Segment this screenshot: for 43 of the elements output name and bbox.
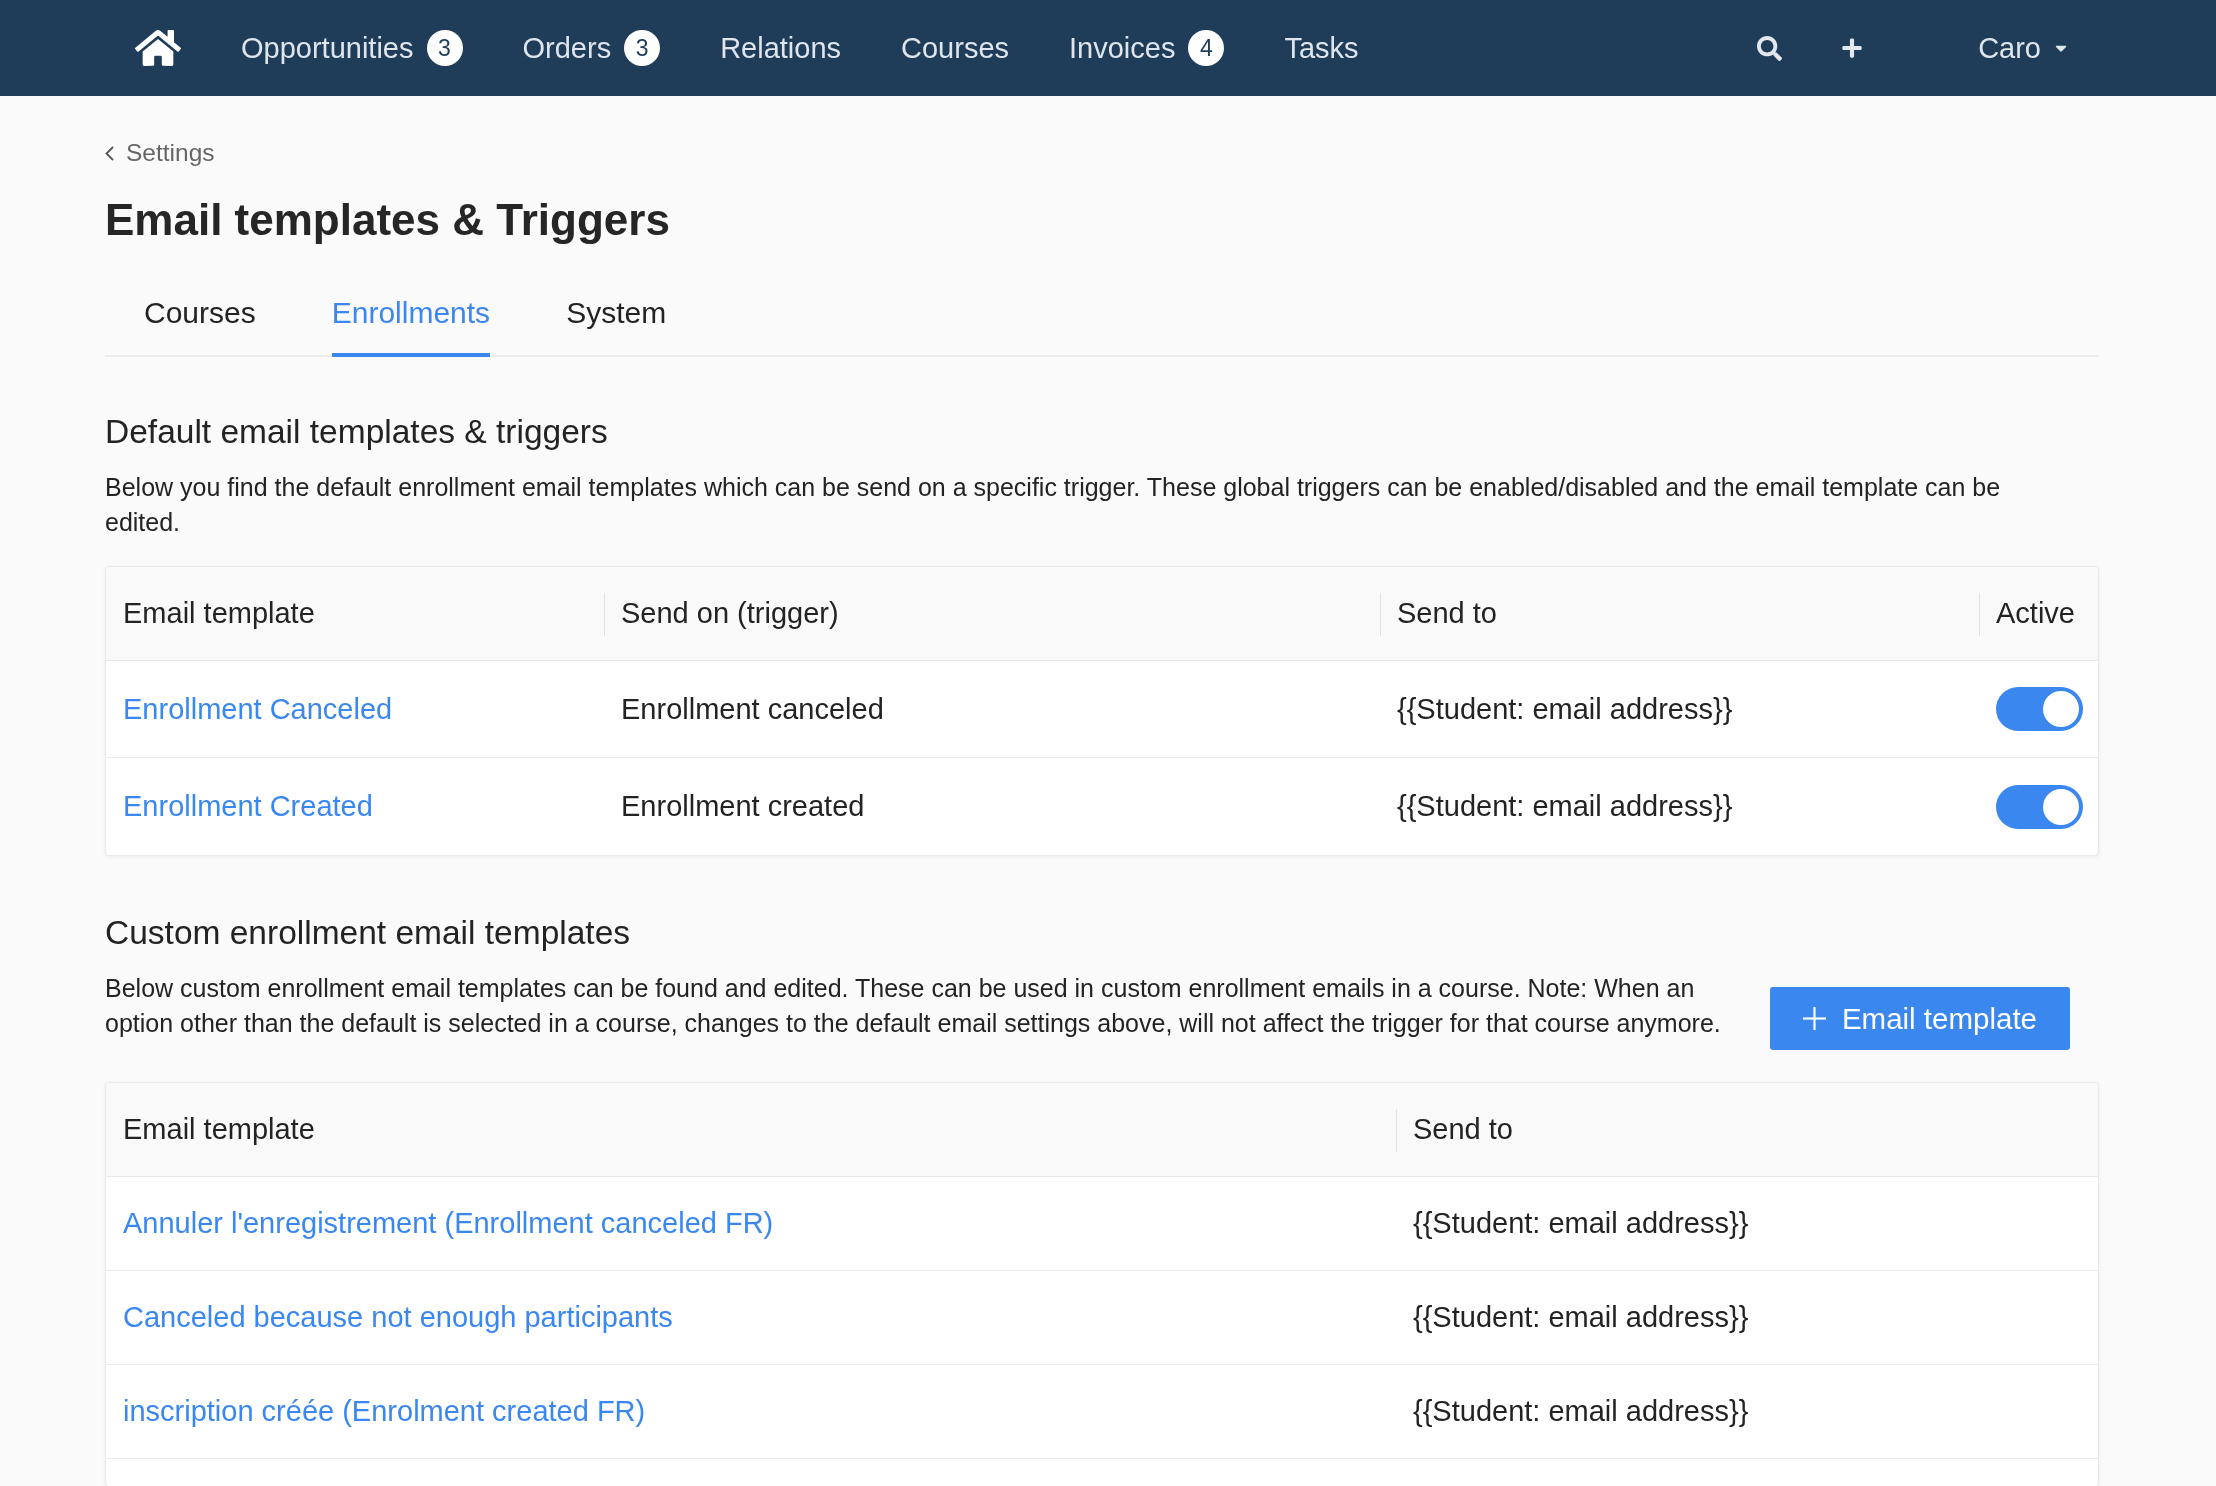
template-link[interactable]: Enrollment Created (123, 790, 373, 823)
column-header: Send to (1396, 1083, 2098, 1176)
nav-link[interactable]: Tasks (1284, 31, 1359, 65)
section-heading: Custom enrollment email templates (105, 913, 632, 953)
section-heading: Default email templates & triggers (105, 412, 609, 452)
section-description: Below you find the default enrollment email templates which can be send on a specific trigger. These global triggers can be enabled/disabled and the email template can be edited. (105, 472, 2002, 538)
plus-icon (1802, 1007, 1826, 1030)
template-link[interactable]: inscription créée (Enrolment created FR) (123, 1395, 646, 1428)
add-template-button[interactable]: Email template (1769, 987, 2070, 1050)
tab[interactable]: Courses (144, 285, 256, 357)
table-cell-text: {{Student: email address}} (1396, 691, 1734, 727)
nav-link[interactable]: Invoices 4 (1069, 30, 1225, 66)
column-header: Email template (122, 1112, 316, 1147)
template-link[interactable]: Annuler l'enregistrement (Enrollment canceled FR) (123, 1207, 774, 1240)
nav-link[interactable]: Orders 3 (522, 30, 661, 66)
page-title: Email templates & Triggers (105, 194, 671, 246)
table-cell-text: {{Student: email address}} (1396, 789, 1734, 824)
count-badge: 3 (426, 30, 463, 66)
nav-link[interactable]: Courses (901, 31, 1010, 65)
toggle-switch[interactable] (1996, 687, 2083, 731)
column-header: Active (1979, 567, 2098, 660)
count-badge: 3 (624, 30, 661, 66)
back-link[interactable]: Settings (105, 138, 215, 168)
table-cell-text: Enrollment created (620, 789, 866, 824)
count-badge: 4 (1188, 30, 1225, 66)
nav-link[interactable]: Relations (720, 31, 842, 65)
column-header: Email template (122, 596, 316, 631)
column-header: Send on (trigger) (604, 567, 1380, 660)
user-menu[interactable]: Caro (1978, 31, 2070, 65)
search-icon[interactable] (1757, 35, 1783, 61)
plus-icon[interactable] (1841, 37, 1864, 59)
chevron-left-icon (105, 145, 114, 161)
table-cell-text: {{Student: email address}} (1412, 1394, 1750, 1429)
toggle-switch[interactable] (1996, 784, 2083, 829)
nav-link[interactable]: Opportunities 3 (241, 30, 463, 66)
table-cell-text: Enrollment canceled (620, 691, 885, 727)
section-description: Below custom enrollment email templates can be found and edited. These can be used in custom enrollment emails in a course. Note: When an option other than the default is selected in a course, changes to the default email settings above, will not affect the trigger for that course anymore. (105, 973, 1722, 1039)
tab[interactable]: System (566, 285, 667, 357)
table-cell-text: {{Student: email address}} (1412, 1300, 1750, 1335)
table-cell-text: {{Student: email address}} (1412, 1206, 1750, 1241)
column-header: Send to (1380, 567, 1979, 660)
template-link[interactable]: Canceled because not enough participants (123, 1301, 673, 1334)
template-link[interactable]: Enrollment Canceled (123, 692, 393, 726)
